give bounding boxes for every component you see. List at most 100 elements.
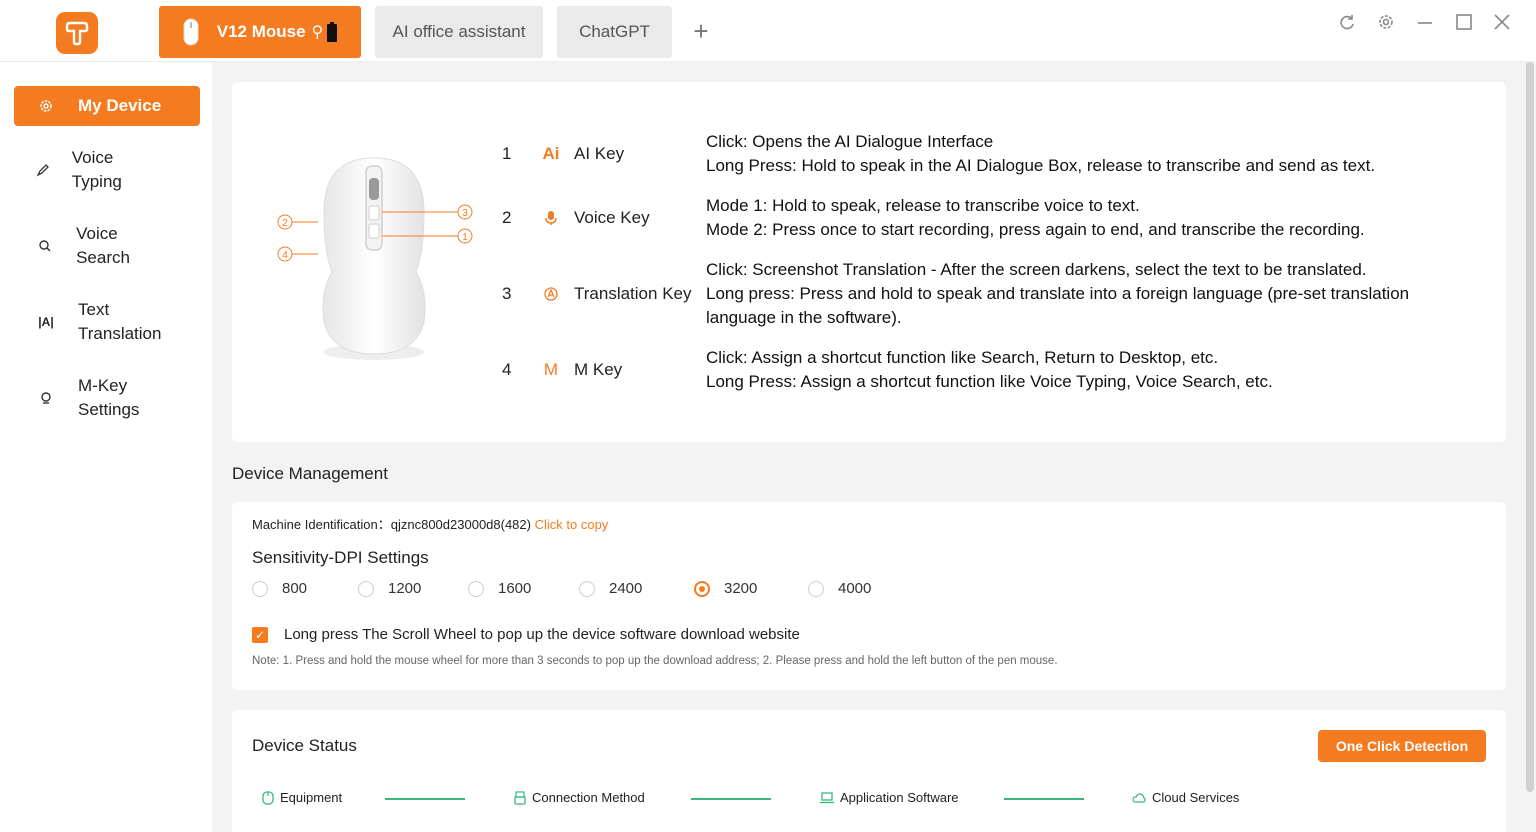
key-name: Voice Key xyxy=(574,208,650,227)
callout-1: 1 xyxy=(462,232,468,243)
desc-line: Click: Opens the AI Dialogue Interface xyxy=(706,132,994,151)
gear-icon xyxy=(14,99,78,113)
tab-v12-mouse[interactable]: V12 Mouse ⚲ xyxy=(159,6,361,58)
status-equipment: Equipment xyxy=(262,790,342,805)
desc-line: Click: Assign a shortcut function like S… xyxy=(706,348,1219,367)
title-bar: V12 Mouse ⚲ AI office assistant ChatGPT … xyxy=(0,0,1536,62)
copy-link[interactable]: Click to copy xyxy=(535,517,609,532)
machine-label: Machine Identification： xyxy=(252,517,391,532)
desc-line: Mode 1: Hold to speak, release to transc… xyxy=(706,196,1140,215)
dpi-option-2400[interactable]: 2400 xyxy=(579,580,642,597)
dpi-option-1600[interactable]: 1600 xyxy=(468,580,531,597)
battery-icon xyxy=(327,22,338,42)
sidebar-item-voice-typing[interactable]: Voice Typing xyxy=(14,146,144,194)
scrollbar[interactable] xyxy=(1526,62,1534,792)
tab-ai-office-assistant[interactable]: AI office assistant xyxy=(375,6,543,58)
search-icon xyxy=(14,239,76,253)
callout-4: 4 xyxy=(282,250,288,261)
key-row-translation: 3 Translation Key xyxy=(502,284,691,304)
key-row-voice: 2 Voice Key xyxy=(502,208,650,228)
settings-gear-icon[interactable] xyxy=(1374,10,1398,34)
translate-icon: |A| xyxy=(38,315,54,329)
translation-icon xyxy=(538,286,564,302)
add-tab-button[interactable]: + xyxy=(688,16,714,46)
sidebar-item-voice-search[interactable]: Voice Search xyxy=(14,222,144,270)
device-management-card: Machine Identification：qjznc800d23000d8(… xyxy=(232,502,1506,690)
sidebar: My Device Voice Typing Voice Search |A| … xyxy=(0,62,212,832)
status-connector xyxy=(385,798,465,800)
app-logo-icon xyxy=(56,12,98,54)
one-click-detection-button[interactable]: One Click Detection xyxy=(1318,730,1486,762)
dpi-option-800[interactable]: 800 xyxy=(252,580,307,597)
tab-label: ChatGPT xyxy=(579,22,650,41)
sidebar-item-label: My Device xyxy=(78,96,162,115)
status-label: Connection Method xyxy=(532,790,645,805)
dpi-label: 3200 xyxy=(724,580,758,597)
status-application-software: Application Software xyxy=(820,790,959,805)
device-status-card: Device Status One Click Detection Equipm… xyxy=(232,710,1506,832)
dpi-option-4000[interactable]: 4000 xyxy=(808,580,871,597)
main-content: 3 1 2 4 1 Ai AI Key Click: Opens the AI … xyxy=(212,62,1524,832)
key-name: Translation Key xyxy=(574,284,692,303)
minimize-icon[interactable] xyxy=(1413,10,1437,34)
desc-line: Click: Screenshot Translation - After th… xyxy=(706,260,1367,279)
cloud-icon xyxy=(1132,792,1146,803)
translation-key-description: Click: Screenshot Translation - After th… xyxy=(706,258,1409,330)
pen-icon xyxy=(14,163,72,177)
dpi-label: 2400 xyxy=(609,580,643,597)
status-cloud-services: Cloud Services xyxy=(1132,790,1239,805)
status-connector xyxy=(691,798,771,800)
status-label: Application Software xyxy=(840,790,959,805)
sidebar-item-label: Voice Search xyxy=(76,224,130,267)
radio-icon xyxy=(579,580,595,597)
key-name: AI Key xyxy=(574,144,625,163)
ai-key-description: Click: Opens the AI Dialogue Interface L… xyxy=(706,130,1375,178)
usb-receiver-icon xyxy=(514,790,526,805)
status-label: Cloud Services xyxy=(1152,790,1240,805)
dpi-label: 1600 xyxy=(498,580,532,597)
mkey-icon xyxy=(14,391,78,405)
radio-checked-icon xyxy=(694,580,710,597)
radio-icon xyxy=(358,580,374,597)
scroll-wheel-option[interactable]: ✓ Long press The Scroll Wheel to pop up … xyxy=(252,626,800,643)
key-number: 1 xyxy=(502,144,512,163)
desc-line: Long Press: Assign a shortcut function l… xyxy=(706,372,1273,391)
sidebar-item-m-key-settings[interactable]: M-Key Settings xyxy=(14,374,164,422)
sidebar-item-label: Voice Typing xyxy=(71,148,122,191)
status-connection-method: Connection Method xyxy=(514,790,645,805)
desc-line: language in the software). xyxy=(706,308,902,327)
laptop-icon xyxy=(820,791,834,804)
m-key-description: Click: Assign a shortcut function like S… xyxy=(706,346,1273,394)
tab-chatgpt[interactable]: ChatGPT xyxy=(557,6,672,58)
callout-3: 3 xyxy=(462,208,468,219)
dpi-option-1200[interactable]: 1200 xyxy=(358,580,421,597)
dpi-title: Sensitivity-DPI Settings xyxy=(252,548,429,567)
note-text: Note: 1. Press and hold the mouse wheel … xyxy=(252,655,1058,667)
mouse-outline-icon xyxy=(262,790,274,805)
sidebar-item-my-device[interactable]: My Device xyxy=(14,86,200,126)
sidebar-item-label: Text Translation xyxy=(78,300,162,343)
tab-label: AI office assistant xyxy=(392,22,526,41)
refresh-icon[interactable] xyxy=(1335,10,1359,34)
microphone-icon xyxy=(538,210,564,226)
dpi-label: 800 xyxy=(282,580,308,597)
maximize-icon[interactable] xyxy=(1452,10,1476,34)
checkbox-checked-icon[interactable]: ✓ xyxy=(252,626,268,643)
usb-icon: ⚲ xyxy=(311,24,324,41)
desc-line: Long Press: Hold to speak in the AI Dial… xyxy=(706,156,1376,175)
radio-icon xyxy=(808,580,824,597)
sidebar-item-label: M-Key Settings xyxy=(78,376,140,419)
key-number: 4 xyxy=(502,360,512,379)
keys-card: 3 1 2 4 1 Ai AI Key Click: Opens the AI … xyxy=(232,82,1506,442)
voice-key-description: Mode 1: Hold to speak, release to transc… xyxy=(706,194,1365,242)
close-icon[interactable] xyxy=(1490,10,1514,34)
sidebar-item-text-translation[interactable]: |A| Text Translation xyxy=(14,298,184,346)
callout-2: 2 xyxy=(282,218,288,229)
desc-line: Long press: Press and hold to speak and … xyxy=(706,284,1410,303)
m-key-icon: M xyxy=(543,360,559,379)
dpi-option-3200[interactable]: 3200 xyxy=(694,580,757,597)
radio-icon xyxy=(252,580,268,597)
scroll-option-label: Long press The Scroll Wheel to pop up th… xyxy=(284,626,800,643)
mouse-diagram: 3 1 2 4 xyxy=(277,157,473,360)
key-name: M Key xyxy=(574,360,623,379)
